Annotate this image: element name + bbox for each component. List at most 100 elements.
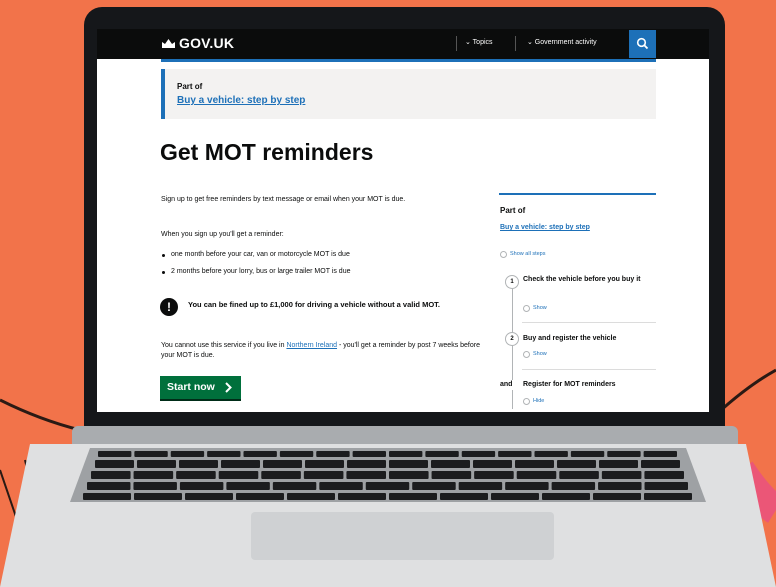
warning-icon: ! <box>160 298 178 316</box>
keyboard-key <box>643 451 677 457</box>
keyboard-key <box>185 493 233 500</box>
keyboard-key <box>505 482 549 490</box>
keyboard-key <box>179 482 224 490</box>
keyboard-key <box>338 493 386 500</box>
northern-ireland-paragraph: You cannot use this service if you live … <box>161 341 481 361</box>
step-toggle-button[interactable]: Hide <box>533 398 544 404</box>
header-blue-rule <box>161 59 656 62</box>
keyboard-key <box>346 471 386 479</box>
show-all-toggle-icon <box>500 251 507 258</box>
keyboard-key <box>601 471 642 479</box>
paragraph-text: You cannot use this service if you live … <box>161 342 287 349</box>
keyboard-key <box>491 493 539 500</box>
keyboard-key <box>599 460 638 468</box>
start-now-button[interactable]: Start now <box>160 376 241 399</box>
step-marker: 1 <box>505 275 519 289</box>
step-marker: 2 <box>505 332 519 346</box>
sidebar-part-of: Part of <box>500 206 526 215</box>
intro-paragraph: Sign up to get free reminders by text me… <box>161 196 406 203</box>
keyboard-key <box>498 451 532 457</box>
keyboard-key <box>91 471 131 479</box>
keyboard-key <box>243 451 277 457</box>
keyboard-key <box>305 460 344 468</box>
nav-government-activity-link[interactable]: ⌄ Government activity <box>527 38 597 46</box>
step-title[interactable]: Check the vehicle before you buy it <box>523 275 653 285</box>
keyboard-key <box>607 451 641 457</box>
step-divider <box>522 369 656 370</box>
keyboard-key <box>176 471 216 479</box>
keyboard-key <box>137 460 176 468</box>
nav-topics-link[interactable]: ⌄ Topics <box>465 38 493 46</box>
keyboard-key <box>170 451 205 457</box>
keyboard-key <box>207 451 241 457</box>
crown-icon <box>162 39 175 48</box>
step-toggle-button[interactable]: Show <box>533 305 547 311</box>
banner-label: Part of <box>177 82 203 91</box>
step-by-step-link[interactable]: Buy a vehicle: step by step <box>177 95 305 106</box>
keyboard-key <box>593 493 641 500</box>
keyboard-key <box>389 460 428 468</box>
keyboard-key <box>98 451 132 457</box>
keyboard-key <box>641 460 680 468</box>
keyboard-key <box>389 451 423 457</box>
nav-divider <box>515 36 516 51</box>
keyboard-key <box>133 471 174 479</box>
keyboard-key <box>458 482 503 490</box>
keyboard-key <box>263 460 302 468</box>
keyboard-key <box>279 451 314 457</box>
keyboard-key <box>516 471 557 479</box>
keyboard-key <box>218 471 259 479</box>
list-item: one month before your car, van or motorc… <box>161 251 350 268</box>
reminder-label: When you sign up you'll get a reminder: <box>161 231 284 238</box>
keyboard-key <box>644 493 692 500</box>
sidebar-step-by-step-link[interactable]: Buy a vehicle: step by step <box>500 224 590 231</box>
keyboard-key <box>440 493 488 500</box>
show-all-steps-button[interactable]: Show all steps <box>510 251 545 257</box>
nav-divider <box>456 36 457 51</box>
sidebar-rule <box>499 193 656 195</box>
part-of-banner: Part of Buy a vehicle: step by step <box>161 69 656 119</box>
keyboard-key <box>303 471 344 479</box>
keyboard-key <box>570 451 605 457</box>
keyboard-key <box>551 482 596 490</box>
keyboard-key <box>559 471 599 479</box>
keyboard-key <box>316 451 350 457</box>
keyboard-key <box>515 460 554 468</box>
govuk-logo[interactable]: GOV.UK <box>179 35 234 51</box>
start-button-label: Start now <box>167 381 215 393</box>
trackpad <box>251 512 554 560</box>
keyboard-key <box>83 493 131 500</box>
step-toggle-button[interactable]: Show <box>533 351 547 357</box>
keyboard-key <box>134 451 168 457</box>
keyboard-key <box>534 451 568 457</box>
keyboard-key <box>425 451 459 457</box>
step-marker: and <box>500 380 520 390</box>
keyboard-key <box>542 493 590 500</box>
keyboard-key <box>347 460 386 468</box>
search-icon <box>636 37 649 50</box>
keyboard-key <box>557 460 596 468</box>
keyboard-key <box>412 482 456 490</box>
chevron-right-icon <box>225 382 232 393</box>
keyboard-key <box>272 482 317 490</box>
keyboard-key <box>133 482 177 490</box>
step-title[interactable]: Buy and register the vehicle <box>523 334 653 344</box>
keyboard-key <box>352 451 386 457</box>
step-divider <box>522 322 656 323</box>
keyboard-key <box>644 471 684 479</box>
step-toggle-icon <box>523 351 530 358</box>
keyboard-key <box>319 482 363 490</box>
northern-ireland-link[interactable]: Northern Ireland <box>286 342 337 349</box>
keyboard-key <box>474 471 514 479</box>
step-toggle-icon <box>523 398 530 405</box>
search-button[interactable] <box>629 30 656 58</box>
reminder-list: one month before your car, van or motorc… <box>161 251 350 285</box>
laptop-base <box>0 440 776 587</box>
govuk-header: GOV.UK ⌄ Topics ⌄ Government activity <box>97 29 709 59</box>
step-title[interactable]: Register for MOT reminders <box>523 380 653 390</box>
keyboard-key <box>473 460 512 468</box>
step-toggle-icon <box>523 305 530 312</box>
keyboard-key <box>365 482 410 490</box>
keyboard-key <box>431 471 472 479</box>
keyboard-key <box>287 493 335 500</box>
